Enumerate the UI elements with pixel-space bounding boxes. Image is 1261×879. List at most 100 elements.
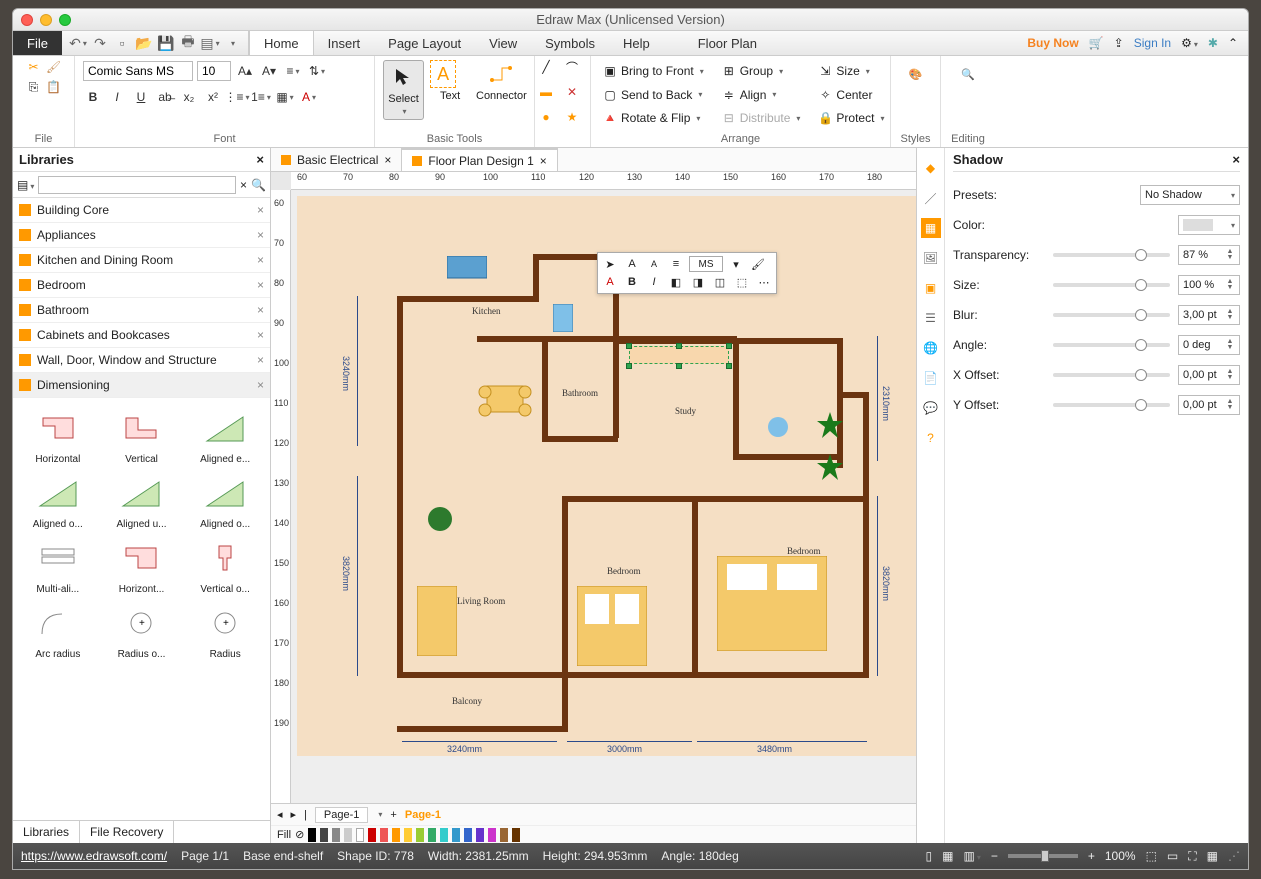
doc-tab[interactable]: Floor Plan Design 1× (402, 148, 557, 171)
send-to-back-button[interactable]: ▢Send to Back▾ (599, 84, 708, 106)
more-icon[interactable]: ▾ (224, 35, 240, 51)
gear-icon[interactable]: ⚙▾ (1181, 36, 1198, 50)
grid-icon[interactable]: ▦ (1207, 849, 1218, 863)
presets-select[interactable]: No Shadow▾ (1140, 185, 1240, 205)
file-menu-button[interactable]: File (13, 31, 62, 55)
close-icon[interactable]: × (1232, 152, 1240, 167)
close-icon[interactable]: × (540, 154, 547, 168)
canvas-scroll[interactable]: Kitchen Bathroom Study Bedroom Bedroom L… (291, 190, 916, 803)
help-tab-icon[interactable]: ? (921, 428, 941, 448)
font-color-icon[interactable]: A▾ (299, 87, 319, 107)
search-icon[interactable]: 🔍 (251, 178, 266, 192)
underline-icon[interactable]: U (131, 87, 151, 107)
format-painter-icon[interactable]: 🖌 (749, 256, 767, 272)
zoom-in-icon[interactable]: + (1088, 849, 1095, 863)
collapse-ribbon-icon[interactable]: ⌃ (1228, 36, 1238, 50)
category-item[interactable]: Bedroom× (13, 273, 270, 298)
fit-page-icon[interactable]: ⬚ (1146, 849, 1157, 863)
buy-now-link[interactable]: Buy Now (1027, 36, 1078, 50)
shape-item[interactable]: Aligned e... (186, 404, 264, 465)
font-name-select[interactable] (83, 61, 193, 81)
color-swatch[interactable] (344, 828, 352, 842)
tab-floor-plan[interactable]: Floor Plan (684, 31, 771, 55)
minimize-icon[interactable] (40, 14, 52, 26)
font-size-select[interactable] (197, 61, 231, 81)
select-tool[interactable]: Select▾ (383, 60, 424, 120)
shadow-tab-icon[interactable]: ▦ (921, 218, 941, 238)
tab-symbols[interactable]: Symbols (531, 31, 609, 55)
paste-icon[interactable]: 📋 (47, 80, 61, 94)
tab-insert[interactable]: Insert (314, 31, 375, 55)
view-mode-icon[interactable]: ▯ (926, 849, 933, 863)
clear-icon[interactable]: × (240, 178, 247, 192)
color-swatch[interactable] (404, 828, 412, 842)
color-swatch[interactable] (380, 828, 388, 842)
fullscreen-icon[interactable]: ⛶ (1188, 849, 1196, 864)
increase-font-icon[interactable]: A▴ (235, 61, 255, 81)
distribute-button[interactable]: ⊟Distribute▾ (718, 107, 805, 129)
shape-item[interactable]: Vertical o... (186, 534, 264, 595)
align-icon[interactable]: ≡ (667, 256, 685, 272)
angle-slider[interactable] (1053, 343, 1170, 347)
styles-button[interactable]: 🎨 (899, 60, 932, 90)
list-tab-icon[interactable]: ☰ (921, 308, 941, 328)
bullets-icon[interactable]: ⋮≡▾ (227, 87, 247, 107)
font-large-icon[interactable]: A (623, 256, 641, 272)
close-icon[interactable]: × (257, 303, 264, 317)
shape-item[interactable]: +Radius (186, 599, 264, 660)
maximize-icon[interactable] (59, 14, 71, 26)
more-icon[interactable]: ⋯ (755, 274, 773, 290)
transparency-slider[interactable] (1053, 253, 1170, 257)
cursor-icon[interactable]: ➤ (601, 256, 619, 272)
font-small-icon[interactable]: A (645, 256, 663, 272)
close-icon[interactable]: × (257, 278, 264, 292)
text-tool[interactable]: A Text (430, 60, 470, 102)
undo-icon[interactable]: ↶▾ (70, 35, 86, 51)
color-swatch[interactable] (464, 828, 472, 842)
numbering-icon[interactable]: 1≡▾ (251, 87, 271, 107)
close-icon[interactable]: × (257, 378, 264, 392)
line-shape-icon[interactable]: ╱ (539, 60, 553, 74)
color-swatch[interactable] (416, 828, 424, 842)
shape-item[interactable]: Arc radius (19, 599, 97, 660)
color-swatch[interactable] (452, 828, 460, 842)
tab-help[interactable]: Help (609, 31, 664, 55)
chevron-down-icon[interactable]: ▾ (727, 256, 745, 272)
font-color-icon[interactable]: A (601, 274, 619, 290)
size-button[interactable]: ⇲Size▾ (814, 60, 888, 82)
align-button[interactable]: ≑Align▾ (718, 84, 805, 106)
bold-icon[interactable]: B (623, 274, 641, 290)
rotate-flip-button[interactable]: 🔺Rotate & Flip▾ (599, 107, 708, 129)
tab-libraries[interactable]: Libraries (13, 821, 80, 843)
export-icon[interactable]: ▤▾ (202, 35, 218, 51)
view-mode2-icon[interactable]: ▦ (942, 849, 953, 863)
view-mode3-icon[interactable]: ▥▾ (963, 849, 980, 863)
color-swatch[interactable] (428, 828, 436, 842)
close-icon[interactable]: × (256, 152, 264, 167)
tab-home[interactable]: Home (249, 31, 314, 55)
italic-icon[interactable]: I (107, 87, 127, 107)
floor-plan-canvas[interactable]: Kitchen Bathroom Study Bedroom Bedroom L… (297, 196, 916, 756)
color-tab-icon[interactable]: ▣ (921, 278, 941, 298)
shape-item[interactable]: Vertical (103, 404, 181, 465)
size-slider[interactable] (1053, 283, 1170, 287)
new-icon[interactable]: ▫ (114, 35, 130, 51)
bold-icon[interactable]: B (83, 87, 103, 107)
category-item[interactable]: Wall, Door, Window and Structure× (13, 348, 270, 373)
brush-icon[interactable]: 🖌 (47, 60, 61, 74)
zoom-value[interactable]: 100% (1105, 849, 1136, 863)
close-icon[interactable]: × (257, 203, 264, 217)
line-icon[interactable]: ◫ (711, 274, 729, 290)
color-swatch[interactable] (392, 828, 400, 842)
fit-width-icon[interactable]: ▭ (1167, 849, 1178, 863)
shadow-icon[interactable]: ◨ (689, 274, 707, 290)
print-icon[interactable]: 🖶 (180, 35, 196, 51)
save-icon[interactable]: 💾 (158, 35, 174, 51)
circle-shape-icon[interactable]: ● (539, 110, 553, 124)
library-search-input[interactable] (38, 176, 236, 194)
library-menu-icon[interactable]: ▤▾ (17, 178, 34, 192)
tab-page-layout[interactable]: Page Layout (374, 31, 475, 55)
line-spacing-icon[interactable]: ⇅▾ (307, 61, 327, 81)
center-button[interactable]: ✧Center (814, 84, 888, 106)
doc-tab-icon[interactable]: 📄 (921, 368, 941, 388)
